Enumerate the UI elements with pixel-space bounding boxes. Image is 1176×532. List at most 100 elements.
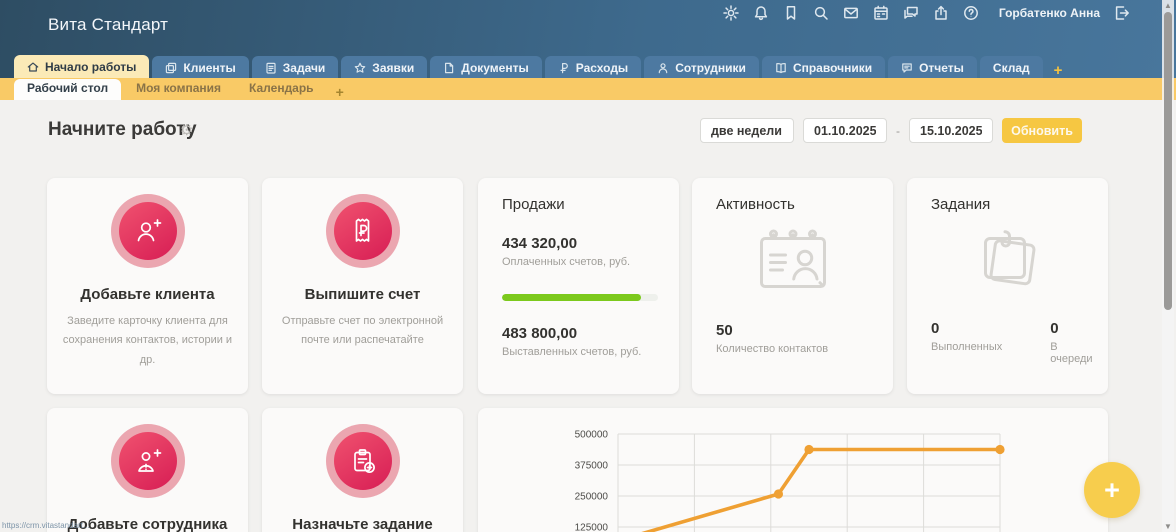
task-counters: 0 Выполненных 0 В очереди <box>931 320 1084 365</box>
filter-bar: - Обновить <box>700 118 1082 143</box>
topbar-icon-row: Горбатенко Анна <box>723 4 1130 21</box>
main-tabs: Начало работы Клиенты Задачи Заявки Доку… <box>14 55 1070 79</box>
sales-progress-fill <box>502 294 641 301</box>
tab-expenses[interactable]: Расходы <box>545 56 641 79</box>
user-name[interactable]: Горбатенко Анна <box>999 6 1100 20</box>
mail-icon[interactable] <box>843 4 860 21</box>
sticky-notes-icon <box>931 225 1084 294</box>
activity-card: Активность 50 Количество контактов <box>692 178 893 394</box>
scroll-up-arrow-icon[interactable]: ▲ <box>1163 1 1173 10</box>
employee-plus-icon <box>133 446 163 476</box>
add-subtab-button[interactable]: + <box>329 83 351 100</box>
add-employee-card[interactable]: Добавьте сотрудника <box>47 408 248 532</box>
billed-invoices-value: 483 800,00 <box>502 325 655 342</box>
tab-home[interactable]: Начало работы <box>14 55 149 79</box>
card-title: Выпишите счет <box>262 286 463 303</box>
tab-clients[interactable]: Клиенты <box>152 56 248 79</box>
assign-task-circle <box>326 424 400 498</box>
svg-text:125000: 125000 <box>575 523 609 532</box>
scrollbar-thumb[interactable] <box>1164 12 1172 310</box>
app-window: Вита Стандарт <box>0 0 1176 532</box>
notifications-icon[interactable] <box>753 4 770 21</box>
export-icon[interactable] <box>933 4 950 21</box>
tab-reports[interactable]: Отчеты <box>888 56 977 79</box>
contacts-label: Количество контактов <box>716 343 869 355</box>
subtab-my-company[interactable]: Моя компания <box>123 79 234 100</box>
card-title: Назначьте задание <box>262 516 463 532</box>
svg-text:250000: 250000 <box>575 492 609 503</box>
status-bar-link: https://crm.vitastandart... <box>2 521 90 530</box>
add-client-circle <box>111 194 185 268</box>
fab-add-button[interactable]: + <box>1084 462 1140 518</box>
svg-text:500000: 500000 <box>575 430 609 441</box>
tasks-done-value: 0 <box>931 320 1002 337</box>
tab-label: Отчеты <box>919 61 964 75</box>
contact-card-icon <box>716 225 869 294</box>
tab-requests[interactable]: Заявки <box>341 56 427 79</box>
tab-label: Справочники <box>793 61 872 75</box>
tab-tasks[interactable]: Задачи <box>252 56 339 79</box>
refresh-button[interactable]: Обновить <box>1002 118 1082 143</box>
tab-label: Сотрудники <box>675 61 746 75</box>
person-plus-icon <box>133 216 163 246</box>
star-icon <box>354 62 366 74</box>
page-title: Начните работу <box>48 119 197 141</box>
create-invoice-circle <box>326 194 400 268</box>
tab-label: Задачи <box>283 61 326 75</box>
tab-label: Расходы <box>576 61 628 75</box>
subtab-bar: Рабочий стол Моя компания Календарь + <box>0 78 1176 100</box>
tab-label: Документы <box>461 61 528 75</box>
add-tab-button[interactable]: + <box>1046 62 1071 79</box>
subtab-desktop[interactable]: Рабочий стол <box>14 79 121 100</box>
scroll-down-arrow-icon[interactable]: ▼ <box>1163 522 1173 531</box>
invoice-ruble-icon <box>348 216 378 246</box>
copy-icon <box>165 62 177 74</box>
logout-icon[interactable] <box>1113 4 1130 21</box>
subtab-calendar[interactable]: Календарь <box>236 79 327 100</box>
tab-employees[interactable]: Сотрудники <box>644 56 759 79</box>
search-icon[interactable] <box>813 4 830 21</box>
report-icon <box>901 62 913 74</box>
card-title: Задания <box>931 196 1084 213</box>
create-invoice-card[interactable]: Выпишите счет Отправьте счет по электрон… <box>262 178 463 394</box>
period-select[interactable] <box>700 118 794 143</box>
person-icon <box>657 62 669 74</box>
tab-directories[interactable]: Справочники <box>762 56 885 79</box>
subtabs: Рабочий стол Моя компания Календарь + <box>14 78 351 100</box>
calendar-icon[interactable] <box>873 4 890 21</box>
billed-invoices-label: Выставленных счетов, руб. <box>502 346 655 358</box>
page-settings-gear-icon[interactable]: ⚙ <box>180 121 193 139</box>
tasks-done-label: Выполненных <box>931 341 1002 353</box>
tab-label: Заявки <box>372 61 414 75</box>
sales-chart-card: 500000 375000 250000 125000 <box>478 408 1108 532</box>
svg-text:375000: 375000 <box>575 461 609 472</box>
sales-card: Продажи 434 320,00 Оплаченных счетов, ру… <box>478 178 679 394</box>
bookmark-icon[interactable] <box>783 4 800 21</box>
clipboard-icon <box>265 62 277 74</box>
settings-icon[interactable] <box>723 4 740 21</box>
help-icon[interactable] <box>963 4 980 21</box>
chat-icon[interactable] <box>903 4 920 21</box>
app-title: Вита Стандарт <box>48 15 168 35</box>
book-icon <box>775 62 787 74</box>
tab-label: Клиенты <box>183 61 235 75</box>
date-to-input[interactable] <box>909 118 993 143</box>
ruble-icon <box>558 62 570 74</box>
home-icon <box>27 61 39 73</box>
sales-line-chart: 500000 375000 250000 125000 <box>478 408 1108 532</box>
paid-invoices-label: Оплаченных счетов, руб. <box>502 256 655 268</box>
card-description: Отправьте счет по электронной почте или … <box>276 312 449 351</box>
tasks-queued-value: 0 <box>1050 320 1092 337</box>
date-range-separator: - <box>896 124 900 138</box>
tab-documents[interactable]: Документы <box>430 56 541 79</box>
tab-warehouse[interactable]: Склад <box>980 56 1043 79</box>
clipboard-plus-icon <box>348 446 378 476</box>
tasks-queued-label: В очереди <box>1050 341 1092 365</box>
vertical-scrollbar[interactable]: ▲ ▼ <box>1162 0 1174 532</box>
assign-task-card[interactable]: Назначьте задание <box>262 408 463 532</box>
date-from-input[interactable] <box>803 118 887 143</box>
add-employee-circle <box>111 424 185 498</box>
tab-label: Склад <box>993 61 1030 75</box>
sales-progress-bar <box>502 294 658 301</box>
add-client-card[interactable]: Добавьте клиента Заведите карточку клиен… <box>47 178 248 394</box>
